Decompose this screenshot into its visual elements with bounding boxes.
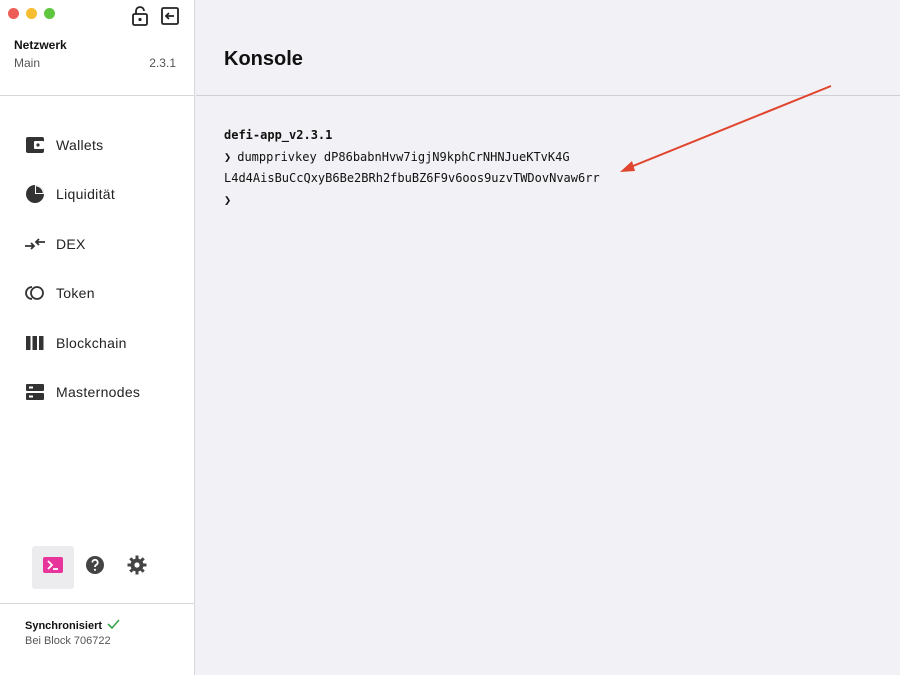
window-controls [8, 8, 55, 19]
help-button[interactable] [74, 546, 116, 589]
app-version: 2.3.1 [149, 56, 176, 70]
sidebar-divider [0, 95, 195, 96]
sidebar: Netzwerk Main 2.3.1 Wallets Liquidität D… [0, 0, 195, 675]
sidebar-divider [0, 603, 195, 604]
sidebar-item-dex[interactable]: DEX [0, 219, 195, 269]
sidebar-item-label: Masternodes [56, 384, 141, 401]
sidebar-item-wallets[interactable]: Wallets [0, 120, 195, 170]
sync-status: Synchronisiert [25, 619, 120, 632]
console-header: defi-app_v2.3.1 [224, 128, 333, 142]
checkmark-icon [107, 619, 120, 632]
sidebar-item-token[interactable]: Token [0, 269, 195, 319]
pie-chart-icon [25, 184, 45, 204]
sync-block: Bei Block 706722 [25, 635, 111, 647]
settings-button[interactable] [116, 546, 158, 589]
settings-icon [127, 555, 147, 580]
page-title: Konsole [224, 48, 303, 70]
minimize-window-button[interactable] [26, 8, 37, 19]
network-name: Main [14, 56, 41, 70]
sidebar-item-label: Liquidität [56, 186, 116, 203]
close-window-button[interactable] [8, 8, 19, 19]
annotation-arrow [620, 85, 832, 172]
sidebar-item-label: Blockchain [56, 334, 127, 351]
sidebar-nav: Wallets Liquidität DEX Token Blockchain [0, 120, 195, 417]
console-input-line[interactable]: ❯ [224, 190, 600, 212]
token-icon [25, 283, 45, 303]
sync-status-label: Synchronisiert [25, 619, 103, 632]
lock-open-icon[interactable] [130, 5, 150, 27]
console-command: dumpprivkey dP86babnHvw7igjN9kphCrNHNJue… [237, 149, 570, 164]
console-result: L4d4AisBuCcQxyB6Be2BRh2fbuBZ6F9v6oos9uzv… [224, 171, 600, 185]
sidebar-item-masternodes[interactable]: Masternodes [0, 368, 195, 418]
sidebar-tools [32, 546, 158, 589]
network-label: Netzwerk [14, 38, 67, 52]
page-header: Konsole [196, 0, 900, 96]
server-icon [25, 382, 45, 402]
sidebar-item-label: Token [56, 285, 95, 302]
console-command-line: ❯ dumpprivkey dP86babnHvw7igjN9kphCrNHNJu… [224, 147, 600, 169]
console-button[interactable] [32, 546, 74, 589]
main-panel: Konsole defi-app_v2.3.1 ❯ dumpprivkey dP8… [196, 0, 900, 675]
console-icon [43, 557, 63, 578]
sidebar-item-label: Wallets [56, 136, 104, 153]
swap-icon [25, 234, 45, 254]
blocks-icon [25, 333, 45, 353]
console-output[interactable]: defi-app_v2.3.1 ❯ dumpprivkey dP86babnHvw… [224, 125, 600, 211]
exit-icon[interactable] [160, 5, 180, 27]
wallet-icon [25, 135, 45, 155]
sidebar-item-label: DEX [56, 235, 86, 252]
sidebar-item-blockchain[interactable]: Blockchain [0, 318, 195, 368]
maximize-window-button[interactable] [44, 8, 55, 19]
prompt-icon: ❯ [224, 192, 232, 207]
sidebar-item-liquiditaet[interactable]: Liquidität [0, 170, 195, 220]
help-icon [85, 555, 105, 580]
prompt-icon: ❯ [224, 149, 232, 164]
